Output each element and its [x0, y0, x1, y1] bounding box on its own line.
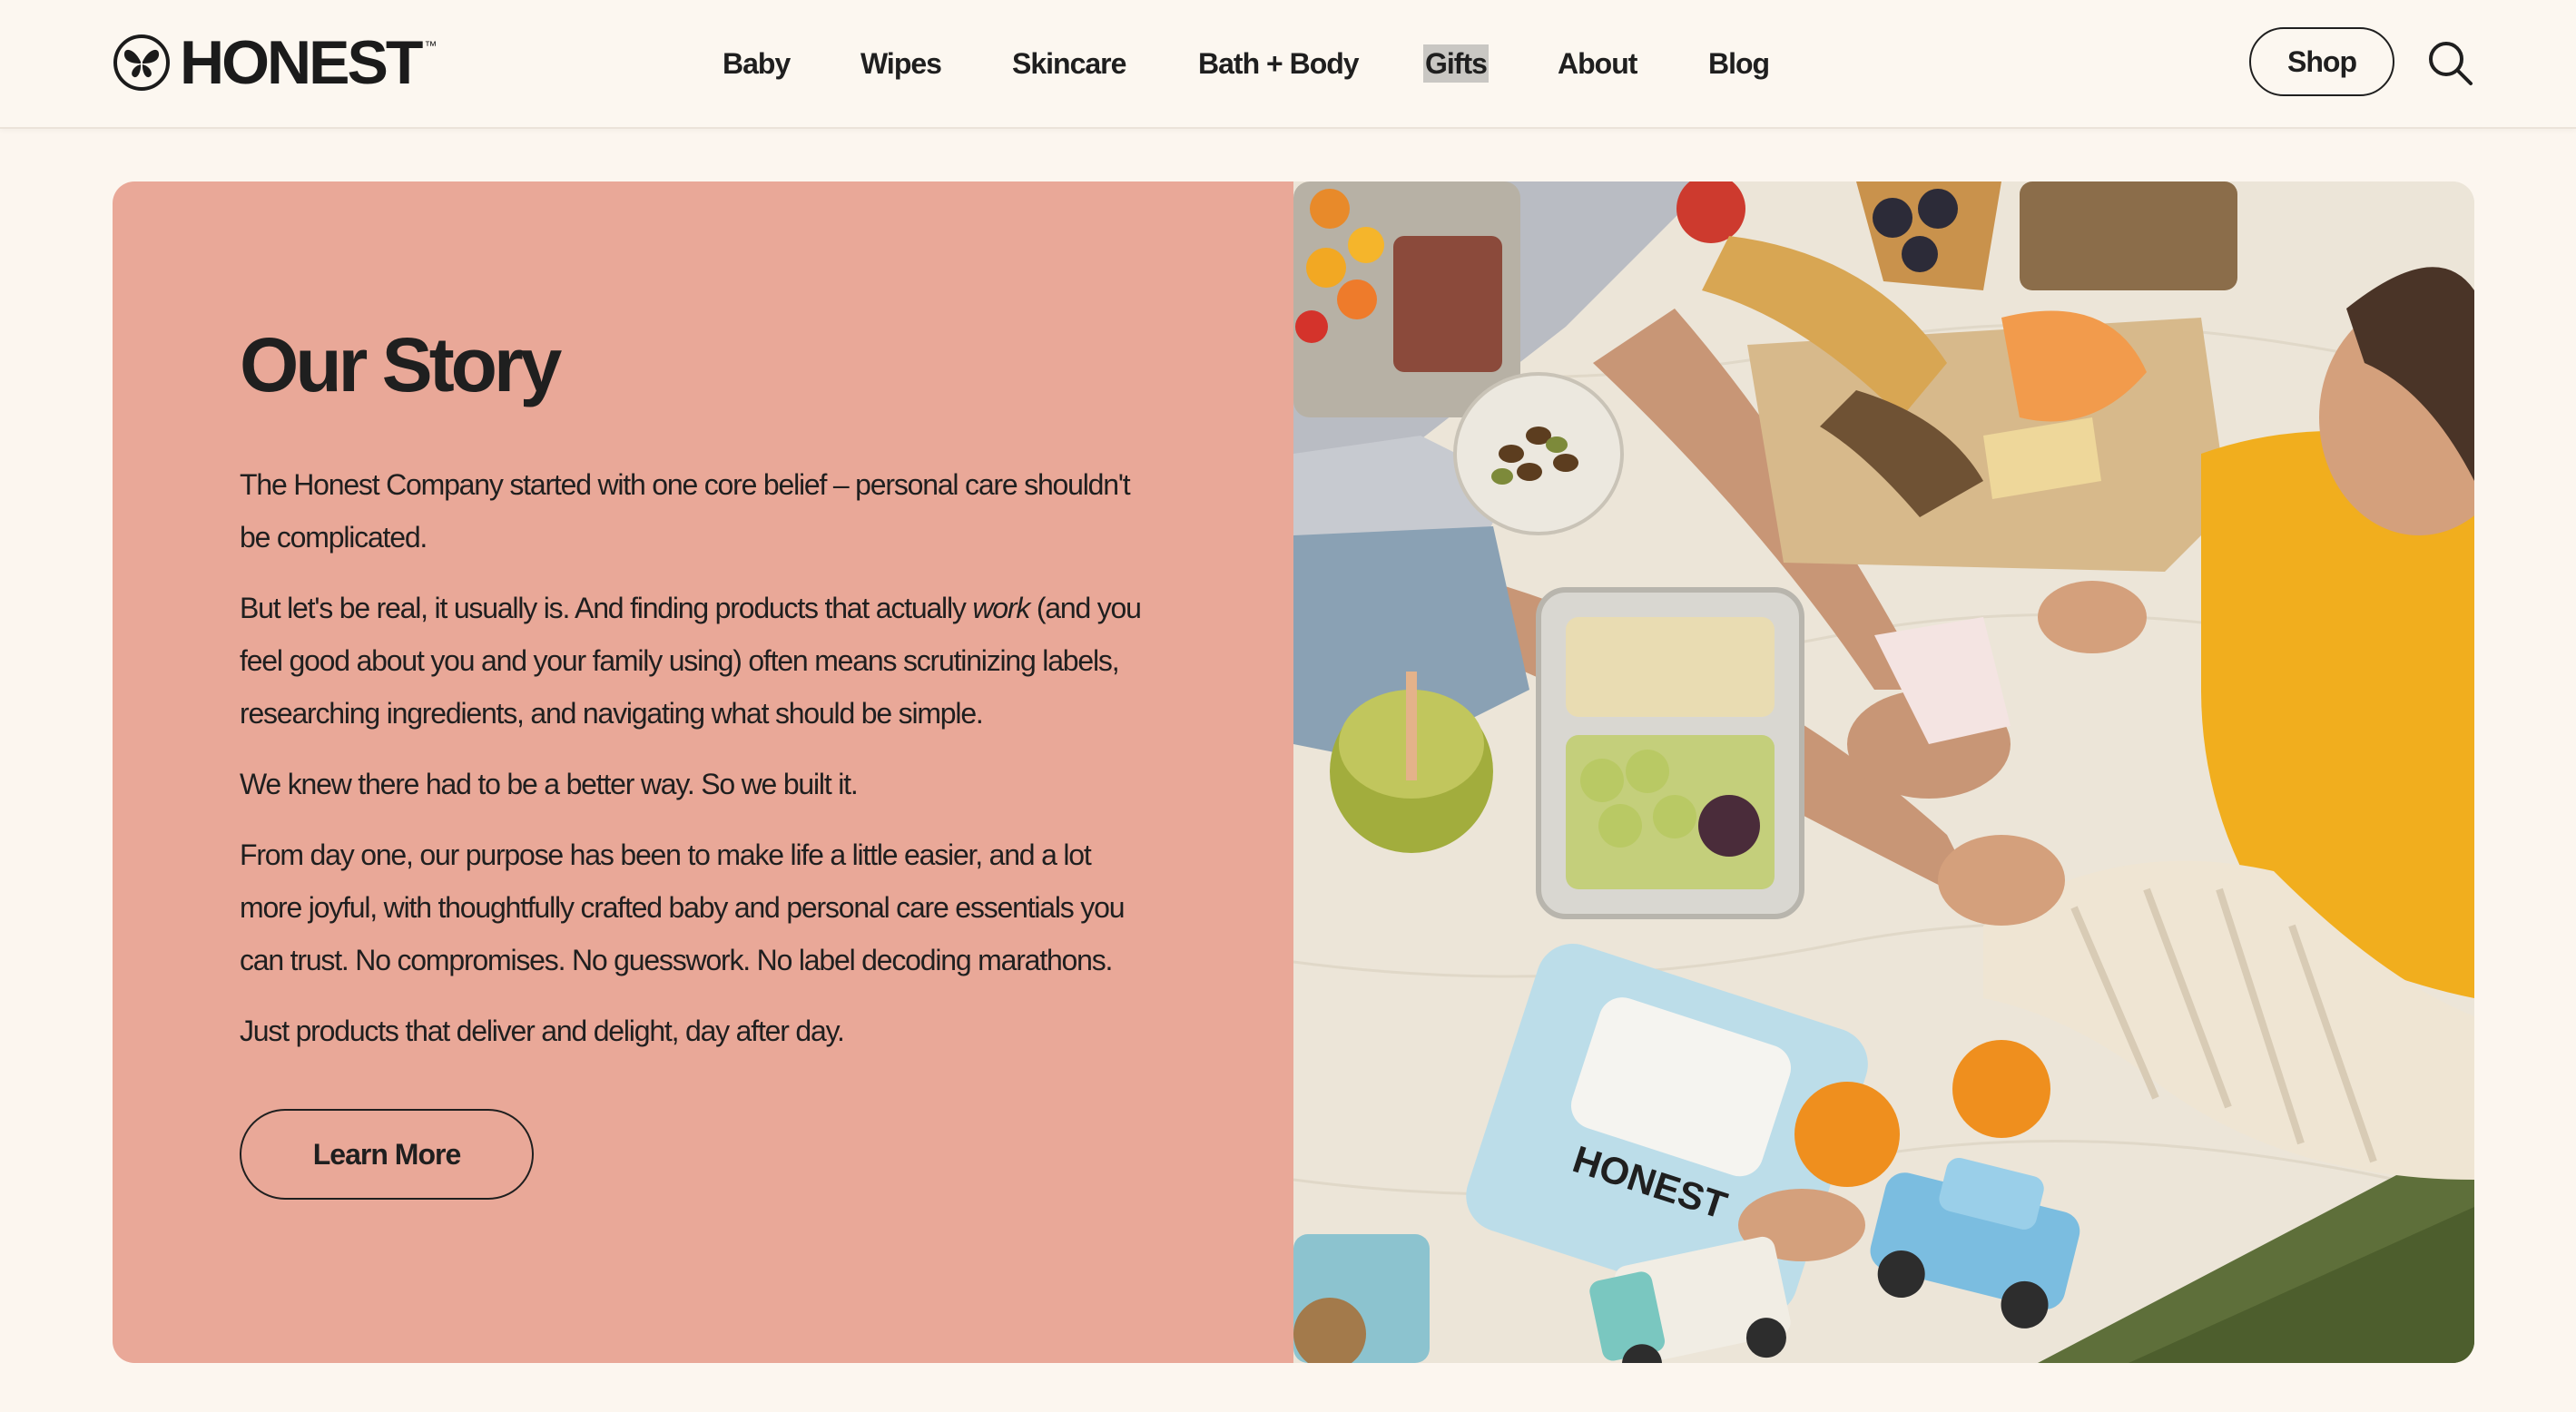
picnic-photo: HONEST: [1293, 181, 2474, 1363]
nav-item-blog[interactable]: Blog: [1708, 40, 1770, 87]
nav-item-skincare[interactable]: Skincare: [1012, 40, 1126, 87]
learn-more-button[interactable]: Learn More: [240, 1109, 534, 1200]
story-paragraph-3: We knew there had to be a better way. So…: [240, 768, 859, 800]
story-body: The Honest Company started with one core…: [240, 458, 1156, 1075]
our-story-section: Our Story The Honest Company started wit…: [113, 181, 2474, 1363]
logo-trademark: ™: [424, 38, 438, 53]
nav-item-bath-body[interactable]: Bath + Body: [1198, 40, 1360, 87]
story-paragraph-2-emphasis: work: [972, 592, 1030, 624]
story-paragraph-2: But let's be real, it usually is. And fi…: [240, 582, 1156, 740]
logo-wordmark: HONEST: [180, 28, 423, 97]
nav-item-wipes[interactable]: Wipes: [860, 40, 942, 87]
story-title: Our Story: [240, 322, 562, 407]
story-paragraph-1: The Honest Company started with one core…: [240, 468, 1131, 554]
search-icon[interactable]: [2427, 40, 2474, 87]
story-paragraph-5: Just products that deliver and delight, …: [240, 1015, 845, 1047]
butterfly-logo-icon: [113, 34, 170, 91]
story-text-panel: Our Story The Honest Company started wit…: [113, 181, 1293, 1363]
story-paragraph-4: From day one, our purpose has been to ma…: [240, 838, 1125, 976]
nav-item-gifts[interactable]: Gifts: [1423, 44, 1489, 83]
site-header: HONEST ™ Baby Wipes Skincare Bath + Body…: [0, 0, 2576, 129]
story-paragraph-2-start: But let's be real, it usually is. And fi…: [240, 592, 973, 624]
nav-item-baby[interactable]: Baby: [723, 40, 791, 87]
picnic-illustration: HONEST: [1293, 181, 2474, 1363]
shop-button[interactable]: Shop: [2249, 27, 2394, 96]
nav-item-about[interactable]: About: [1558, 40, 1637, 87]
honest-logo[interactable]: HONEST ™: [113, 28, 438, 97]
